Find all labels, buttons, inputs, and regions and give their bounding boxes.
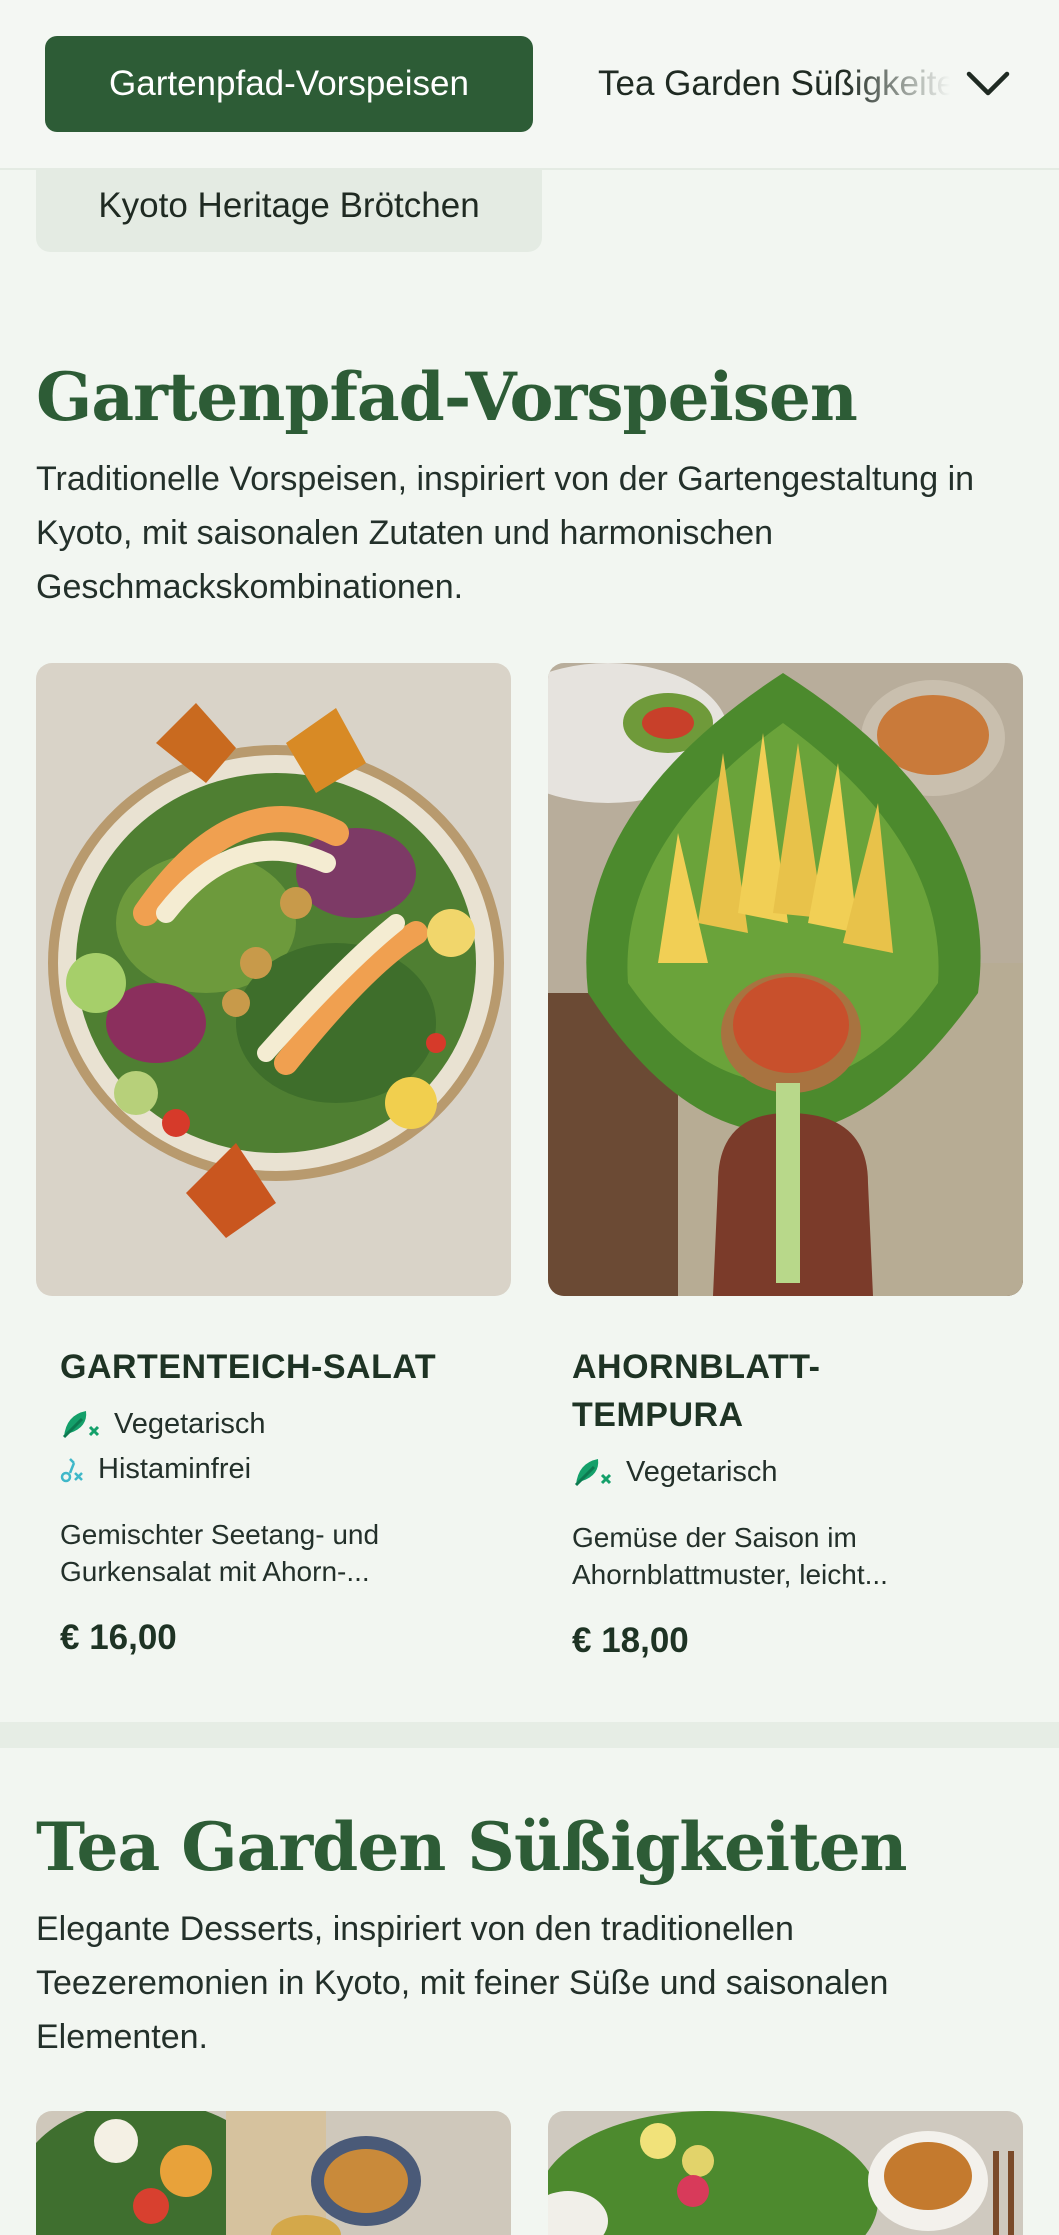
vegetarian-leaf-icon	[574, 1459, 612, 1487]
menu-item-name: AHORNBLATT-TEMPURA	[572, 1348, 821, 1434]
chevron-down-icon[interactable]	[962, 58, 1014, 110]
tag-label: Vegetarisch	[114, 1407, 266, 1440]
section-description: Elegante Desserts, inspiriert von den tr…	[36, 1910, 889, 2056]
tab-kyoto-heritage-broetchen[interactable]: Kyoto Heritage Brötchen	[36, 160, 542, 252]
menu-item-description: Gemischter Seetang- und Gurkensalat mit …	[60, 1519, 380, 1587]
tab-gartenpfad-vorspeisen[interactable]: Gartenpfad-Vorspeisen	[45, 36, 533, 132]
tag-vegetarian: Vegetarisch	[572, 1455, 992, 1489]
section-title: Gartenpfad-Vorspeisen	[36, 358, 858, 436]
tag-label: Vegetarisch	[626, 1455, 778, 1488]
category-nav: Gartenpfad-Vorspeisen Tea Garden Süßigke…	[0, 0, 1059, 170]
menu-item-name: GARTENTEICH-SALAT	[60, 1348, 437, 1386]
section-title: Tea Garden Süßigkeiten	[36, 1808, 908, 1886]
tag-histamine-free: Histaminfrei	[60, 1453, 535, 1486]
menu-item-card[interactable]: GARTENTEICH-SALAT Vegetarisch Histaminfr…	[60, 1343, 535, 1658]
section-divider	[0, 1722, 1059, 1748]
dessert-dish-image[interactable]	[548, 2111, 1023, 2235]
histamine-free-icon	[60, 1457, 83, 1482]
tag-vegetarian: Vegetarisch	[60, 1407, 535, 1441]
menu-item-price: € 18,00	[572, 1621, 689, 1660]
tempura-dish-image[interactable]	[548, 663, 1023, 1296]
salad-dish-image[interactable]	[36, 663, 511, 1296]
menu-item-price: € 16,00	[60, 1618, 177, 1657]
tab-tea-garden-suessigkeiten[interactable]: Tea Garden Süßigkeiten	[598, 36, 950, 132]
dessert-dish-image[interactable]	[36, 2111, 511, 2235]
vegetarian-leaf-icon	[62, 1411, 100, 1439]
section-description: Traditionelle Vorspeisen, inspiriert von…	[36, 460, 975, 606]
menu-item-card[interactable]: AHORNBLATT-TEMPURA Vegetarisch Gemüse de…	[572, 1343, 992, 1661]
tag-label: Histaminfrei	[98, 1453, 252, 1485]
menu-item-description: Gemüse der Saison im Ahornblattmuster, l…	[572, 1522, 888, 1590]
